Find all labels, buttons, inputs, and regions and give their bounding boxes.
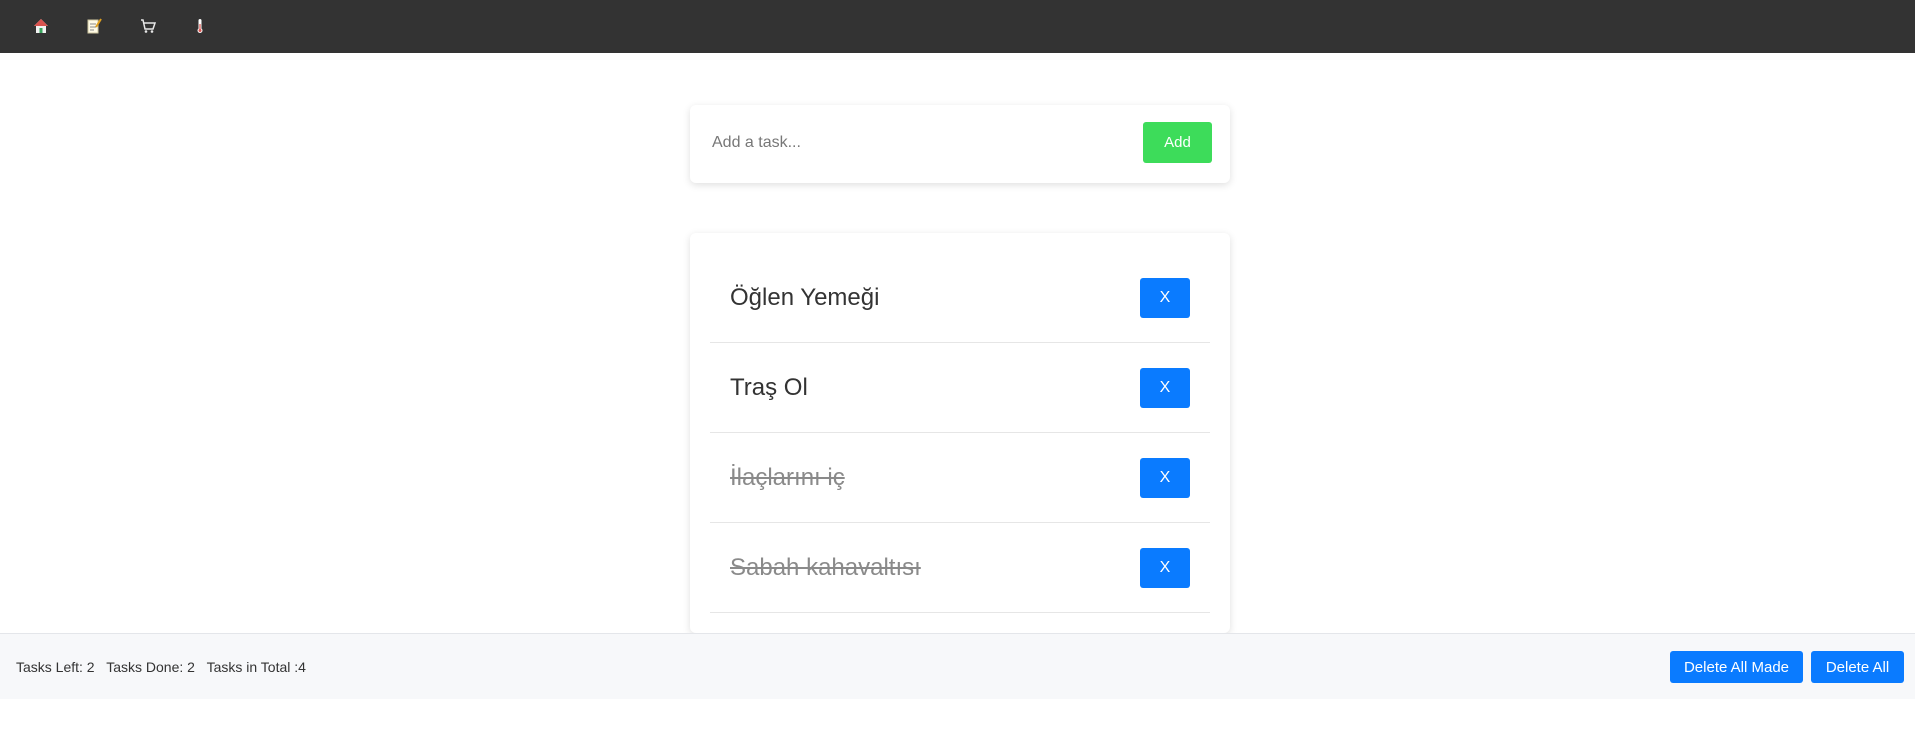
top-navbar	[0, 0, 1915, 53]
task-stats: Tasks Left: 2 Tasks Done: 2 Tasks in Tot…	[16, 634, 314, 700]
delete-task-button[interactable]: X	[1140, 548, 1190, 588]
task-row: Traş Ol X	[710, 343, 1210, 433]
delete-task-button[interactable]: X	[1140, 458, 1190, 498]
task-row: Sabah kahavaltısı X	[710, 523, 1210, 613]
cart-icon[interactable]	[137, 15, 159, 37]
delete-task-button[interactable]: X	[1140, 278, 1190, 318]
notes-icon[interactable]	[83, 15, 105, 37]
add-button[interactable]: Add	[1143, 122, 1212, 163]
home-icon[interactable]	[30, 15, 52, 37]
task-row: Öğlen Yemeği X	[710, 253, 1210, 343]
delete-all-button[interactable]: Delete All	[1811, 651, 1904, 683]
task-list: Öğlen Yemeği X Traş Ol X İlaçlarını iç X…	[690, 233, 1230, 633]
delete-all-made-button[interactable]: Delete All Made	[1670, 651, 1803, 683]
task-text[interactable]: Traş Ol	[730, 343, 808, 433]
delete-task-button[interactable]: X	[1140, 368, 1190, 408]
thermometer-icon[interactable]	[189, 15, 211, 37]
tasks-done-count: Tasks Done: 2	[106, 659, 195, 675]
task-row: İlaçlarını iç X	[710, 433, 1210, 523]
task-text[interactable]: Öğlen Yemeği	[730, 253, 879, 343]
footer-bar: Tasks Left: 2 Tasks Done: 2 Tasks in Tot…	[0, 633, 1915, 699]
add-task-card: Add	[690, 105, 1230, 183]
task-text-done[interactable]: İlaçlarını iç	[730, 433, 845, 523]
task-input[interactable]	[712, 125, 1112, 161]
task-text-done[interactable]: Sabah kahavaltısı	[730, 523, 921, 613]
tasks-left-count: Tasks Left: 2	[16, 659, 95, 675]
tasks-total-count: Tasks in Total :4	[206, 659, 306, 675]
